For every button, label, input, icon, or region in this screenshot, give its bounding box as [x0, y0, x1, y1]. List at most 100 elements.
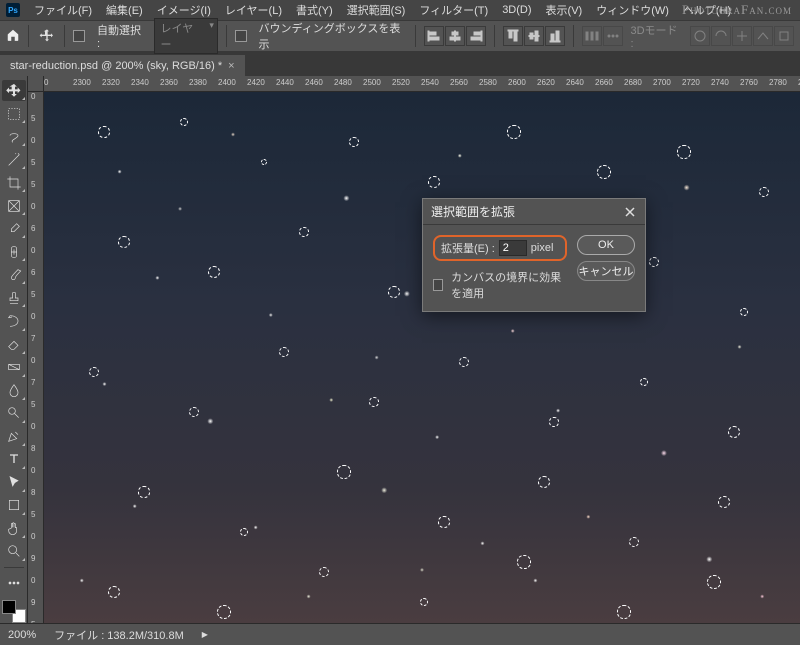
- edit-toolbar-icon[interactable]: [2, 573, 26, 594]
- text-tool[interactable]: [2, 449, 26, 470]
- gradient-tool[interactable]: [2, 357, 26, 378]
- healing-tool[interactable]: [2, 241, 26, 262]
- expand-amount-label: 拡張量(E) :: [441, 240, 495, 256]
- selection-marker: [98, 126, 109, 137]
- menu-type[interactable]: 書式(Y): [290, 0, 339, 20]
- ruler-vertical[interactable]: 0505506065070750808509095: [28, 92, 44, 623]
- menu-filter[interactable]: フィルター(T): [413, 0, 494, 20]
- ruler-tick: 2740: [711, 78, 729, 87]
- close-icon[interactable]: [623, 205, 637, 219]
- cancel-button[interactable]: キャンセル: [577, 261, 635, 281]
- separator: [226, 25, 227, 47]
- selection-marker: [299, 227, 309, 237]
- align-left-icon[interactable]: [424, 26, 444, 46]
- shape-tool[interactable]: [2, 495, 26, 516]
- lasso-tool[interactable]: [2, 126, 26, 147]
- align-top-icon[interactable]: [503, 26, 523, 46]
- close-tab-icon[interactable]: ×: [228, 60, 234, 72]
- canvas-boundary-checkbox[interactable]: [433, 279, 443, 291]
- selection-marker: [89, 367, 100, 378]
- eraser-tool[interactable]: [2, 334, 26, 355]
- selection-marker: [138, 486, 149, 497]
- expand-amount-row: 拡張量(E) : pixel: [433, 235, 567, 261]
- menu-edit[interactable]: 編集(E): [100, 0, 149, 20]
- crop-tool[interactable]: [2, 172, 26, 193]
- ruler-tick: 0: [31, 246, 35, 255]
- menu-view[interactable]: 表示(V): [540, 0, 589, 20]
- ruler-tick: 5: [31, 158, 35, 167]
- zoom-level[interactable]: 200%: [8, 629, 36, 641]
- hand-tool[interactable]: [2, 518, 26, 539]
- selection-marker: [718, 496, 730, 508]
- slide-3d-icon[interactable]: [753, 26, 773, 46]
- pan-3d-icon[interactable]: [732, 26, 752, 46]
- ok-button[interactable]: OK: [577, 235, 635, 255]
- scale-3d-icon[interactable]: [774, 26, 794, 46]
- stamp-tool[interactable]: [2, 287, 26, 308]
- align-hcenter-icon[interactable]: [445, 26, 465, 46]
- layer-dropdown[interactable]: レイヤー: [154, 18, 218, 54]
- mode-3d-group: [690, 26, 794, 46]
- align-right-icon[interactable]: [466, 26, 486, 46]
- menu-select[interactable]: 選択範囲(S): [341, 0, 412, 20]
- move-tool-icon[interactable]: [37, 24, 56, 48]
- menu-file[interactable]: ファイル(F): [28, 0, 98, 20]
- options-bar: 自動選択 : レイヤー バウンディングボックスを表示 3Dモード :: [0, 20, 800, 52]
- ruler-tick: 5: [31, 400, 35, 409]
- eyedropper-tool[interactable]: [2, 218, 26, 239]
- auto-select-checkbox[interactable]: [73, 30, 85, 42]
- ruler-tick: 0: [31, 92, 35, 101]
- selection-marker: [240, 528, 249, 537]
- blur-tool[interactable]: [2, 380, 26, 401]
- menu-layer[interactable]: レイヤー(L): [219, 0, 288, 20]
- menu-image[interactable]: イメージ(I): [151, 0, 217, 20]
- ruler-tick: 6: [31, 224, 35, 233]
- selection-marker: [649, 257, 660, 268]
- zoom-tool[interactable]: [2, 541, 26, 562]
- ruler-tick: 0: [31, 356, 35, 365]
- align-bottom-icon[interactable]: [545, 26, 565, 46]
- pen-tool[interactable]: [2, 426, 26, 447]
- dialog-titlebar[interactable]: 選択範囲を拡張: [423, 199, 645, 225]
- selection-marker: [349, 137, 359, 147]
- selection-marker: [420, 598, 428, 606]
- marquee-tool[interactable]: [2, 103, 26, 124]
- foreground-color-swatch[interactable]: [2, 600, 16, 614]
- document-canvas[interactable]: [44, 92, 800, 623]
- ruler-horizontal[interactable]: 0230023202340236023802400242024402460248…: [44, 76, 800, 92]
- move-tool[interactable]: [2, 80, 26, 101]
- color-swatches[interactable]: [2, 600, 26, 623]
- selection-marker: [677, 145, 690, 158]
- show-bbox-checkbox[interactable]: [235, 30, 247, 42]
- document-tab[interactable]: star-reduction.psd @ 200% (sky, RGB/16) …: [0, 55, 245, 76]
- menu-3d[interactable]: 3D(D): [496, 2, 537, 18]
- frame-tool[interactable]: [2, 195, 26, 216]
- ruler-tick: 2760: [740, 78, 758, 87]
- ruler-tick: 5: [31, 290, 35, 299]
- brush-tool[interactable]: [2, 264, 26, 285]
- separator: [494, 25, 495, 47]
- orbit-3d-icon[interactable]: [690, 26, 710, 46]
- ruler-tick: 8: [31, 488, 35, 497]
- file-size-info[interactable]: ファイル : 138.2M/310.8M: [54, 627, 184, 643]
- align-vcenter-icon[interactable]: [524, 26, 544, 46]
- history-brush-tool[interactable]: [2, 310, 26, 331]
- canvas-boundary-row: カンバスの境界に効果を適用: [433, 269, 567, 301]
- home-icon[interactable]: [6, 28, 20, 45]
- path-select-tool[interactable]: [2, 472, 26, 493]
- expand-amount-input[interactable]: [499, 240, 527, 256]
- ruler-tick: 5: [31, 180, 35, 189]
- menu-window[interactable]: ウィンドウ(W): [590, 0, 675, 20]
- selection-marker: [428, 176, 440, 188]
- magic-wand-tool[interactable]: [2, 149, 26, 170]
- ruler-tick: 6: [31, 268, 35, 277]
- status-menu-icon[interactable]: ▶: [202, 630, 208, 639]
- selection-marker: [707, 575, 721, 589]
- dodge-tool[interactable]: [2, 403, 26, 424]
- app-logo-icon: Ps: [6, 3, 20, 17]
- more-options-icon[interactable]: [603, 26, 623, 46]
- ruler-tick: 2700: [653, 78, 671, 87]
- distribute-h-icon[interactable]: [582, 26, 602, 46]
- ruler-tick: 2300: [73, 78, 91, 87]
- roll-3d-icon[interactable]: [711, 26, 731, 46]
